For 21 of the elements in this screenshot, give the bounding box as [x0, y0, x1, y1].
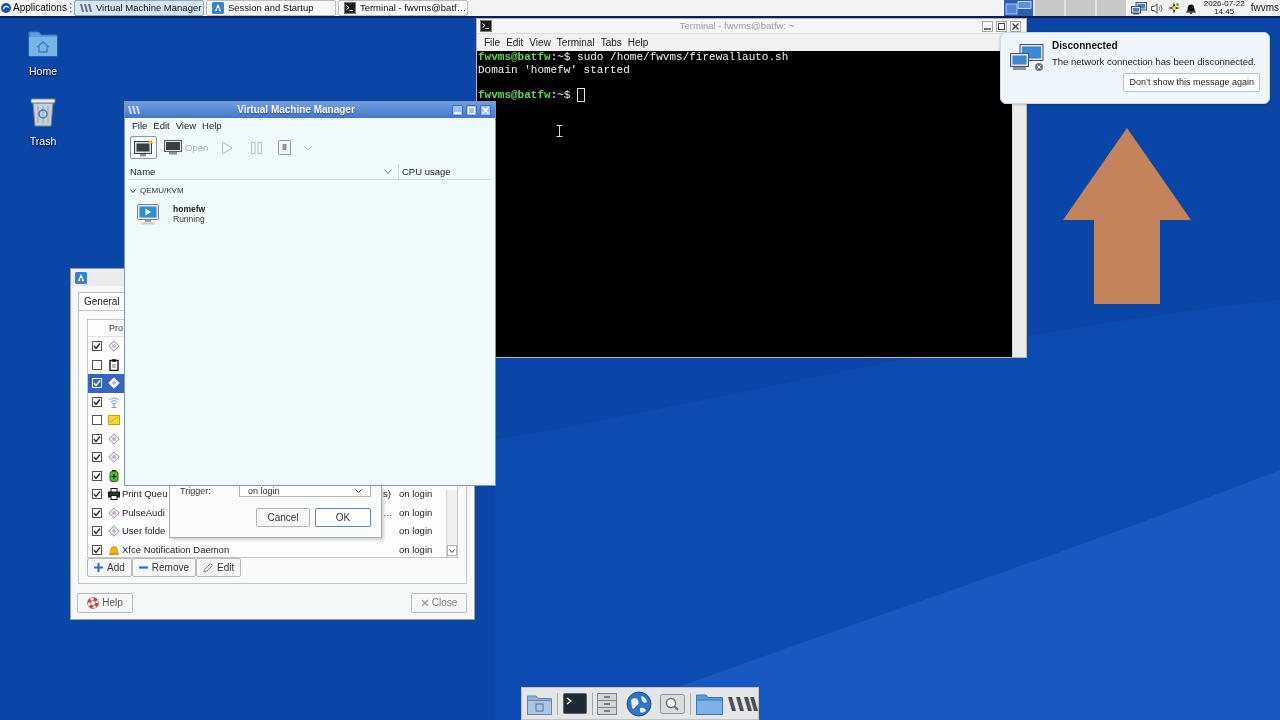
startup-item-trigger: on login — [399, 543, 433, 556]
startup-item-trigger: on login — [399, 506, 433, 519]
vm-name: homefw — [173, 205, 206, 215]
startup-item-name: Xfce Notification Daemon — [122, 543, 230, 556]
startup-item-name: Print Queu — [122, 488, 168, 501]
notification-title: Disconnected — [1052, 40, 1119, 52]
window-title: Terminal - fwvms@batfw: ~ — [678, 21, 796, 31]
field-label: Trigger: — [180, 486, 212, 497]
startup-item-description: s) — [383, 488, 391, 501]
startup-item-trigger: on login — [399, 488, 433, 501]
terminal-prompt-line: fwvms@batfw:~$ sudo /home/fwvms/firewallauto.sh — [478, 51, 789, 64]
vm-status: Running — [173, 214, 206, 224]
startup-item-description: … — [383, 506, 393, 519]
startup-item-name: User folde — [122, 525, 166, 538]
terminal-prompt-line: fwvms@batfw:~$ — [478, 88, 571, 101]
startup-item-name: PulseAudi — [122, 506, 165, 519]
group-label: QEMU/KVM — [140, 187, 184, 195]
window-title: Virtual Machine Manager — [236, 105, 356, 115]
notification-body: The network connection has been disconnected. — [1052, 56, 1257, 68]
startup-item-trigger: on login — [399, 525, 433, 538]
terminal-output-line: Domain 'homefw' started — [478, 63, 630, 76]
